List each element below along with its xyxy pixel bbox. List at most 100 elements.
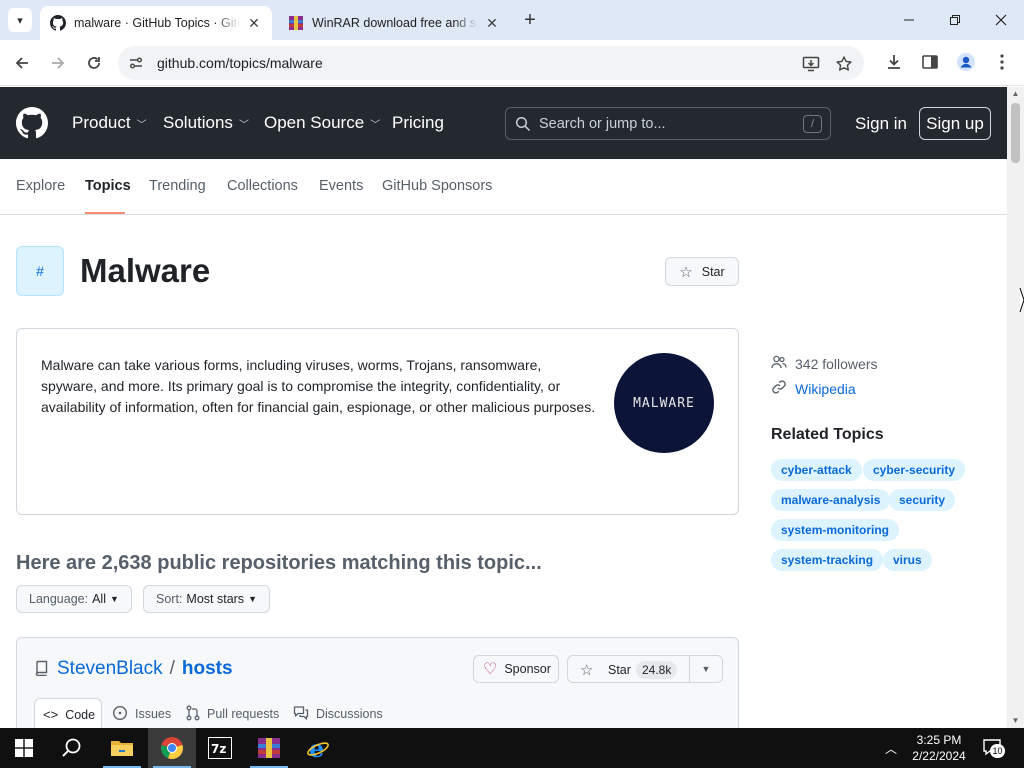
repo-name-link[interactable]: hosts bbox=[182, 658, 233, 680]
minimize-icon[interactable] bbox=[886, 0, 932, 40]
related-topic-pill[interactable]: system-monitoring bbox=[771, 519, 900, 541]
search-placeholder: Search or jump to... bbox=[539, 116, 666, 132]
chevron-down-icon: ﹀ bbox=[238, 119, 249, 131]
scroll-down-icon[interactable]: ▼ bbox=[1007, 714, 1024, 728]
nav-open-source[interactable]: Open Source ﹀ bbox=[264, 113, 380, 133]
nav-product[interactable]: Product ﹀ bbox=[72, 113, 147, 133]
nav-solutions[interactable]: Solutions ﹀ bbox=[163, 113, 249, 133]
tab-winrar[interactable]: WinRAR download free and support ✕ bbox=[278, 6, 510, 40]
site-info-icon[interactable] bbox=[128, 55, 144, 71]
winrar-icon bbox=[258, 738, 280, 758]
related-topic-pill[interactable]: security bbox=[889, 489, 956, 511]
scrollbar-thumb[interactable] bbox=[1011, 103, 1020, 163]
back-icon[interactable] bbox=[10, 51, 34, 75]
show-hidden-icons-icon[interactable]: ︿ bbox=[885, 740, 897, 757]
install-app-icon[interactable] bbox=[801, 54, 821, 74]
url-text[interactable]: github.com/topics/malware bbox=[157, 55, 323, 71]
tab-search-button[interactable]: ▾ bbox=[8, 8, 32, 32]
svg-text:7z: 7z bbox=[211, 742, 226, 756]
wikipedia-link[interactable]: Wikipedia bbox=[771, 379, 856, 398]
github-header: Product ﹀ Solutions ﹀ Open Source ﹀ Pricing… bbox=[0, 87, 1007, 159]
subnav-github-sponsors[interactable]: GitHub Sponsors bbox=[382, 178, 492, 194]
star-icon: ☆ bbox=[580, 662, 594, 679]
repo-tab-code[interactable]: <> Code bbox=[34, 698, 102, 728]
start-button[interactable] bbox=[0, 728, 48, 768]
related-topic-pill[interactable]: cyber-attack bbox=[771, 459, 862, 481]
sign-up-button[interactable]: Sign up bbox=[919, 107, 991, 140]
topic-description: Malware can take various forms, includin… bbox=[41, 357, 596, 415]
star-icon: ☆ bbox=[679, 263, 693, 281]
taskbar-chrome[interactable] bbox=[148, 728, 196, 768]
close-tab-icon[interactable]: ✕ bbox=[246, 15, 262, 32]
browser-toolbar: github.com/topics/malware bbox=[0, 40, 1024, 86]
clock-time: 3:25 PM bbox=[916, 733, 962, 747]
repo-tab-label: Code bbox=[65, 707, 96, 722]
repo-owner-link[interactable]: StevenBlack bbox=[57, 658, 163, 680]
related-topic-pill[interactable]: malware-analysis bbox=[771, 489, 891, 511]
repo-tab-discussions[interactable]: Discussions bbox=[293, 698, 383, 728]
related-topic-pill[interactable]: system-tracking bbox=[771, 549, 884, 571]
followers-row[interactable]: 342 followers bbox=[771, 354, 878, 373]
scroll-up-icon[interactable]: ▲ bbox=[1007, 87, 1024, 101]
forward-icon[interactable] bbox=[46, 51, 70, 75]
related-topic-pill[interactable]: virus bbox=[883, 549, 932, 571]
nav-pricing[interactable]: Pricing bbox=[392, 113, 444, 133]
address-bar[interactable]: github.com/topics/malware bbox=[118, 46, 864, 80]
github-search-input[interactable]: Search or jump to... / bbox=[505, 107, 831, 140]
tab-github-topics[interactable]: malware · GitHub Topics · GitHub ✕ bbox=[40, 6, 272, 40]
tab-title: malware · GitHub Topics · GitHub bbox=[74, 16, 240, 30]
sort-label: Sort: bbox=[156, 592, 183, 606]
repo-star-count: 24.8k bbox=[636, 661, 678, 679]
reload-icon[interactable] bbox=[82, 51, 106, 75]
subnav-explore[interactable]: Explore bbox=[16, 178, 65, 194]
new-tab-icon[interactable]: + bbox=[520, 10, 540, 30]
internet-explorer-icon: e bbox=[307, 736, 329, 760]
sponsor-label: Sponsor bbox=[504, 662, 551, 676]
sort-dropdown[interactable]: Sort: Most stars ▼ bbox=[143, 585, 270, 613]
language-filter-dropdown[interactable]: Language: All ▼ bbox=[16, 585, 132, 613]
github-logo-icon[interactable] bbox=[16, 107, 48, 139]
downloads-icon[interactable] bbox=[883, 51, 905, 73]
repo-star-button[interactable]: ☆ Star 24.8k ▼ bbox=[567, 655, 723, 683]
action-center-button[interactable]: 10 bbox=[982, 738, 1006, 758]
subnav-trending[interactable]: Trending bbox=[149, 178, 206, 194]
notification-count: 10 bbox=[990, 744, 1005, 758]
repo-separator: / bbox=[169, 658, 175, 679]
profile-avatar-icon[interactable] bbox=[955, 51, 977, 73]
browser-menu-icon[interactable] bbox=[991, 51, 1013, 73]
github-favicon-icon bbox=[50, 15, 66, 31]
taskbar-search-button[interactable] bbox=[48, 728, 96, 768]
repo-title: StevenBlack / hosts bbox=[35, 658, 233, 680]
star-list-dropdown-icon[interactable]: ▼ bbox=[689, 656, 723, 682]
link-icon bbox=[771, 379, 787, 398]
search-icon bbox=[515, 116, 531, 132]
side-panel-icon[interactable] bbox=[919, 51, 941, 73]
repo-icon bbox=[35, 660, 49, 679]
nav-pricing-label: Pricing bbox=[392, 113, 444, 132]
related-topic-pill[interactable]: cyber-security bbox=[863, 459, 966, 481]
selected-tab-underline bbox=[85, 212, 125, 214]
repo-tab-pull-requests[interactable]: Pull requests bbox=[186, 698, 279, 728]
repo-tab-issues[interactable]: Issues bbox=[112, 698, 171, 728]
caret-down-icon: ▼ bbox=[248, 594, 257, 604]
mouse-cursor-icon bbox=[1019, 287, 1024, 313]
star-topic-button[interactable]: ☆ Star bbox=[665, 257, 739, 286]
taskbar-file-explorer[interactable] bbox=[98, 728, 146, 768]
repo-tab-label: Pull requests bbox=[207, 707, 280, 721]
close-window-icon[interactable] bbox=[978, 0, 1024, 40]
search-icon bbox=[62, 738, 81, 757]
sign-in-link[interactable]: Sign in bbox=[855, 114, 907, 134]
bookmark-star-icon[interactable] bbox=[834, 54, 854, 74]
tab-title: WinRAR download free and support bbox=[312, 16, 478, 30]
sponsor-button[interactable]: ♡ Sponsor bbox=[473, 655, 559, 683]
restore-icon[interactable] bbox=[932, 0, 978, 40]
subnav-collections[interactable]: Collections bbox=[227, 178, 298, 194]
taskbar-winrar[interactable] bbox=[245, 728, 293, 768]
taskbar-clock[interactable]: 3:25 PM 2/22/2024 bbox=[906, 732, 972, 764]
close-tab-icon[interactable]: ✕ bbox=[484, 15, 500, 32]
taskbar-7zip[interactable]: 7z bbox=[196, 728, 244, 768]
subnav-topics[interactable]: Topics bbox=[85, 178, 131, 194]
subnav-events[interactable]: Events bbox=[319, 178, 363, 194]
taskbar-internet-explorer[interactable]: e bbox=[294, 728, 342, 768]
page-scrollbar[interactable]: ▲ ▼ bbox=[1007, 87, 1024, 728]
